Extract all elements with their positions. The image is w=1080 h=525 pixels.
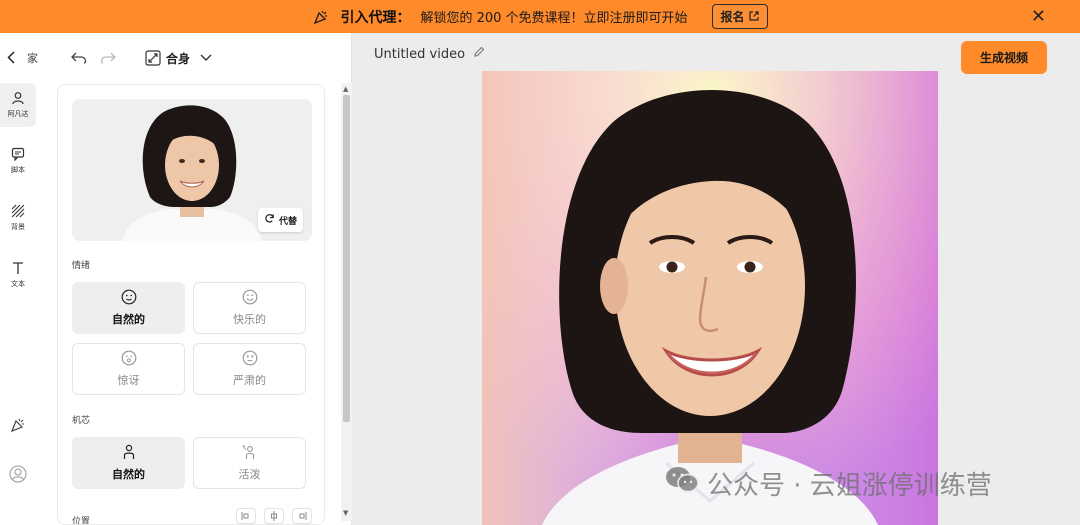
motion-section-label: 机芯 bbox=[72, 416, 91, 426]
emotion-option-natural[interactable]: 自然的 bbox=[72, 282, 185, 334]
rail-item-script[interactable]: 脚本 bbox=[0, 139, 36, 183]
rail-item-avatar[interactable]: 阿凡达 bbox=[0, 83, 36, 127]
option-label: 严肃的 bbox=[233, 374, 266, 387]
banner-message: 解锁您的 200 个免费课程！立即注册即可开始 bbox=[420, 11, 688, 26]
avatar-settings: 代替 情绪 自然的 快乐的 惊讶 严肃的 机芯 自然的 活泼 位置 bbox=[57, 84, 325, 525]
party-popper-icon bbox=[312, 8, 330, 26]
video-preview bbox=[482, 71, 938, 525]
back-icon[interactable] bbox=[4, 49, 18, 65]
editor-scrollbar[interactable]: ▲ ▼ bbox=[341, 83, 352, 521]
party-popper-icon bbox=[10, 417, 26, 437]
redo-icon[interactable] bbox=[99, 49, 117, 67]
option-label: 活泼 bbox=[238, 468, 261, 481]
emotion-option-serious[interactable]: 严肃的 bbox=[193, 343, 306, 395]
editor-panel: 家 合身 代替 情绪 自然的 快乐的 惊讶 严肃的 机芯 自然的 活泼 位置 bbox=[7, 33, 352, 525]
register-label: 报名 bbox=[720, 10, 745, 24]
emotion-section-label: 情绪 bbox=[72, 261, 91, 271]
register-button[interactable]: 报名 bbox=[711, 4, 768, 29]
option-label: 快乐的 bbox=[233, 313, 266, 326]
emotion-option-surprised[interactable]: 惊讶 bbox=[72, 343, 185, 395]
generate-video-button[interactable]: 生成视频 bbox=[961, 41, 1047, 74]
rail-item-celebrate[interactable] bbox=[0, 405, 36, 449]
rail-item-label: 阿凡达 bbox=[7, 110, 29, 118]
scrollbar-thumb[interactable] bbox=[343, 95, 350, 422]
avatar-thumbnail[interactable]: 代替 bbox=[72, 99, 312, 241]
option-label: 惊讶 bbox=[117, 374, 140, 387]
undo-icon[interactable] bbox=[70, 49, 88, 67]
main-canvas-area: Untitled video 生成视频 公众号 · 云姐涨停训练营 bbox=[353, 33, 1080, 525]
home-link[interactable]: 家 bbox=[27, 50, 38, 66]
emotion-option-happy[interactable]: 快乐的 bbox=[193, 282, 306, 334]
option-label: 自然的 bbox=[112, 468, 145, 481]
position-section-label: 位置 bbox=[72, 517, 91, 525]
surprised-face-icon bbox=[121, 350, 137, 369]
pencil-icon[interactable] bbox=[473, 46, 485, 62]
rail-item-text[interactable]: 文本 bbox=[0, 253, 36, 297]
banner-title: 引入代理： bbox=[340, 9, 411, 26]
video-title-text: Untitled video bbox=[374, 46, 466, 62]
video-title[interactable]: Untitled video bbox=[374, 46, 485, 62]
promo-banner: 引入代理： 解锁您的 200 个免费课程！立即注册即可开始 报名 ✕ bbox=[0, 0, 1080, 33]
external-link-icon bbox=[748, 10, 759, 24]
chevron-down-icon[interactable] bbox=[198, 49, 214, 67]
rail-item-background[interactable]: 背景 bbox=[0, 196, 36, 240]
account-icon bbox=[9, 465, 27, 487]
editor-toolbar: 家 合身 bbox=[7, 33, 352, 81]
person-icon bbox=[11, 91, 25, 109]
avatar-preview-image bbox=[482, 71, 938, 525]
wechat-icon bbox=[665, 466, 699, 501]
align-right-icon[interactable] bbox=[292, 508, 312, 524]
person-standing-icon bbox=[121, 444, 137, 463]
replace-label: 代替 bbox=[278, 216, 297, 227]
neutral-face-icon bbox=[121, 289, 137, 308]
fit-label[interactable]: 合身 bbox=[166, 48, 190, 68]
watermark-text: 公众号 · 云姐涨停训练营 bbox=[707, 471, 992, 501]
fit-icon[interactable] bbox=[144, 49, 162, 67]
rail-item-label: 文本 bbox=[11, 280, 25, 288]
rail-item-label: 背景 bbox=[11, 223, 25, 231]
banner-close-icon[interactable]: ✕ bbox=[1031, 6, 1046, 27]
serious-face-icon bbox=[242, 350, 258, 369]
replace-avatar-button[interactable]: 代替 bbox=[257, 208, 303, 232]
align-center-icon[interactable] bbox=[264, 508, 284, 524]
motion-option-lively[interactable]: 活泼 bbox=[193, 437, 306, 489]
align-left-icon[interactable] bbox=[236, 508, 256, 524]
watermark: 公众号 · 云姐涨停训练营 bbox=[665, 465, 992, 502]
rail-item-label: 脚本 bbox=[11, 166, 25, 174]
refresh-icon bbox=[264, 213, 275, 227]
option-label: 自然的 bbox=[112, 313, 145, 326]
texture-icon bbox=[11, 204, 25, 222]
scroll-up-icon[interactable]: ▲ bbox=[343, 85, 348, 93]
left-rail: 阿凡达 脚本 背景 文本 bbox=[0, 33, 44, 525]
text-icon bbox=[11, 261, 25, 279]
person-waving-icon bbox=[242, 444, 258, 463]
happy-face-icon bbox=[242, 289, 258, 308]
chat-icon bbox=[11, 147, 25, 165]
rail-item-account[interactable] bbox=[0, 454, 36, 498]
motion-option-natural[interactable]: 自然的 bbox=[72, 437, 185, 489]
scroll-down-icon[interactable]: ▼ bbox=[343, 509, 348, 517]
